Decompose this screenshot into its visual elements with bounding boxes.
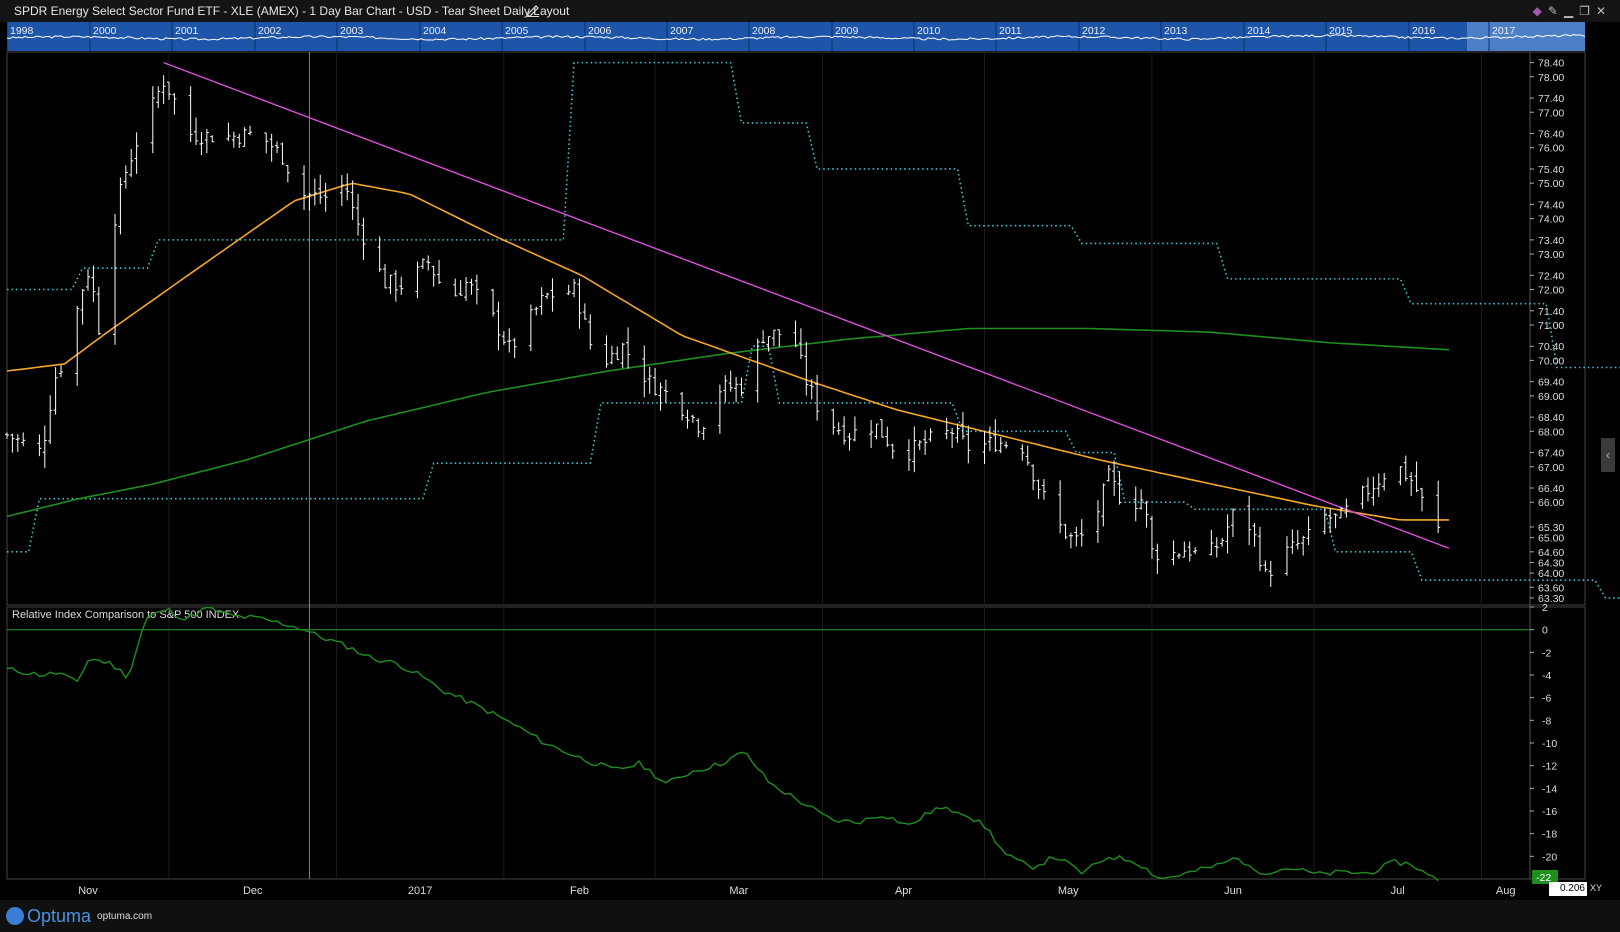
y-tick-label: 69.00	[1538, 391, 1564, 403]
y-tick-label: 2	[1542, 602, 1548, 614]
y-tick-label: -18	[1542, 829, 1557, 841]
y-tick-label: 70.00	[1538, 355, 1564, 367]
y-tick-label: 66.40	[1538, 483, 1564, 495]
xy-toggle[interactable]: XY	[1590, 883, 1602, 893]
y-tick-label: 0	[1542, 625, 1548, 637]
y-tick-label: 68.40	[1538, 412, 1564, 424]
y-tick-label: -4	[1542, 670, 1551, 682]
y-tick-label: 71.00	[1538, 320, 1564, 332]
y-tick-label: 66.00	[1538, 497, 1564, 509]
x-tick-label: Nov	[78, 885, 98, 897]
y-tick-label: -16	[1542, 806, 1557, 818]
y-tick-label: 72.40	[1538, 270, 1564, 282]
indicator-pane[interactable]	[6, 606, 1586, 880]
optuma-logo-icon	[6, 907, 24, 925]
x-tick-label: 2017	[408, 885, 432, 897]
chart-canvas[interactable]: Nov Dec 2017 Feb Mar Apr May Jun Jul Aug 78.40 78.0…	[0, 0, 1620, 900]
y-tick-label: 74.40	[1538, 199, 1564, 211]
x-tick-label: Jul	[1391, 885, 1405, 897]
x-tick-label: May	[1058, 885, 1079, 897]
y-tick-label: -12	[1542, 761, 1557, 773]
y-tick-label: 78.40	[1538, 58, 1564, 70]
y-tick-label: 74.00	[1538, 214, 1564, 226]
y-tick-label: -14	[1542, 783, 1557, 795]
y-tick-label: -6	[1542, 693, 1551, 705]
y-tick-label: 78.00	[1538, 72, 1564, 84]
x-tick-label: Dec	[243, 885, 263, 897]
y-tick-label: 76.40	[1538, 129, 1564, 141]
y-tick-label: 70.40	[1538, 341, 1564, 353]
y-tick-label: 64.00	[1538, 568, 1564, 580]
y-tick-label: 68.00	[1538, 426, 1564, 438]
brand-site: optuma.com	[97, 910, 153, 922]
x-tick-label: Jun	[1224, 885, 1242, 897]
y-tick-label: 72.00	[1538, 285, 1564, 297]
y-tick-label: -10	[1542, 738, 1557, 750]
x-tick-label: Apr	[895, 885, 912, 897]
x-tick-label: Aug	[1496, 885, 1516, 897]
y-tick-label: -20	[1542, 851, 1557, 863]
y-tick-label: 71.40	[1538, 306, 1564, 318]
y-tick-label: 67.40	[1538, 448, 1564, 460]
y-tick-label: 77.00	[1538, 107, 1564, 119]
indicator-title: Relative Index Comparison to S&P 500 IND…	[12, 609, 240, 621]
y-tick-label: -2	[1542, 647, 1551, 659]
x-tick-label: Feb	[570, 885, 589, 897]
zoom-field[interactable]: 0.206	[1549, 882, 1587, 896]
side-panel-toggle[interactable]: ‹	[1601, 438, 1615, 472]
y-tick-label: 65.00	[1538, 533, 1564, 545]
x-tick-label: Mar	[729, 885, 748, 897]
y-tick-label: 73.40	[1538, 235, 1564, 247]
brand-name: Optuma	[27, 905, 92, 926]
y-tick-label: 69.40	[1538, 377, 1564, 389]
footer-bar	[0, 900, 1620, 932]
y-tick-label: 75.40	[1538, 164, 1564, 176]
optuma-logo: Optuma optuma.com	[6, 905, 152, 927]
y-tick-label: 67.00	[1538, 462, 1564, 474]
y-tick-label: 75.00	[1538, 178, 1564, 190]
y-tick-label: 73.00	[1538, 249, 1564, 261]
y-tick-label: -8	[1542, 715, 1551, 727]
y-tick-label: 76.00	[1538, 143, 1564, 155]
y-tick-label: 77.40	[1538, 93, 1564, 105]
